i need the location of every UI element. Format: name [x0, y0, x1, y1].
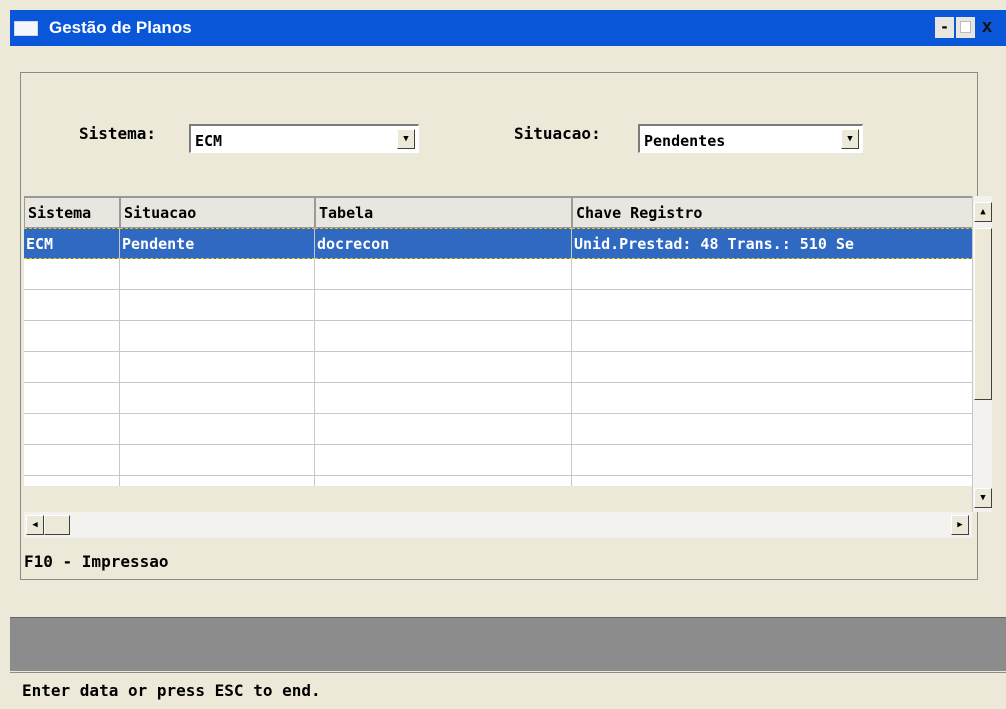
empty-cell — [572, 352, 974, 383]
window-title: Gestão de Planos — [49, 18, 192, 37]
cell-situacao: Pendente — [120, 228, 315, 259]
empty-cell — [24, 352, 120, 383]
empty-cell — [315, 445, 572, 476]
situacao-select-value: Pendentes — [644, 132, 726, 150]
chevron-down-icon[interactable]: ▼ — [841, 129, 859, 149]
table-row-empty[interactable] — [24, 290, 974, 321]
empty-cell — [315, 259, 572, 290]
empty-cell — [120, 352, 315, 383]
empty-cell — [315, 352, 572, 383]
empty-cell — [24, 414, 120, 445]
status-text: Enter data or press ESC to end. — [22, 681, 321, 700]
table-row-empty[interactable] — [24, 259, 974, 290]
minimize-button[interactable]: - — [935, 17, 954, 38]
empty-cell — [315, 383, 572, 414]
situacao-label: Situacao: — [514, 124, 601, 143]
empty-cell — [24, 259, 120, 290]
empty-cell — [24, 383, 120, 414]
empty-cell — [315, 414, 572, 445]
window-titlebar[interactable]: Gestão de Planos - x — [10, 10, 1006, 46]
table-row[interactable]: ECM Pendente docrecon Unid.Prestad: 48 T… — [24, 228, 974, 259]
column-header-chave-registro[interactable]: Chave Registro — [572, 196, 974, 228]
close-button[interactable]: x — [977, 17, 997, 38]
empty-cell — [24, 445, 120, 476]
empty-cell — [572, 290, 974, 321]
empty-cell — [572, 445, 974, 476]
table-row-empty[interactable] — [24, 414, 974, 445]
cell-sistema: ECM — [24, 228, 120, 259]
maximize-button[interactable] — [956, 17, 975, 38]
table-row-empty[interactable] — [24, 383, 974, 414]
app-window-icon — [14, 21, 38, 36]
vertical-scroll-thumb[interactable] — [974, 228, 992, 400]
empty-cell — [572, 414, 974, 445]
maximize-icon — [960, 21, 971, 33]
empty-cell — [315, 321, 572, 352]
cell-tabela: docrecon — [315, 228, 572, 259]
column-header-situacao[interactable]: Situacao — [120, 196, 315, 228]
sistema-select[interactable]: ECM ▼ — [189, 124, 419, 153]
empty-cell — [24, 321, 120, 352]
cell-chave-registro: Unid.Prestad: 48 Trans.: 510 Se — [572, 228, 974, 259]
empty-cell — [120, 383, 315, 414]
empty-cell — [572, 321, 974, 352]
sistema-select-value: ECM — [195, 132, 223, 150]
empty-cell — [315, 290, 572, 321]
situacao-select[interactable]: Pendentes ▼ — [638, 124, 863, 153]
table-row-empty[interactable] — [24, 321, 974, 352]
table-row-empty[interactable] — [24, 476, 974, 486]
empty-cell — [315, 476, 572, 486]
empty-cell — [120, 321, 315, 352]
empty-cell — [572, 259, 974, 290]
scroll-left-icon[interactable]: ◀ — [26, 515, 44, 535]
empty-cell — [120, 445, 315, 476]
empty-cell — [120, 476, 315, 486]
empty-cell — [24, 476, 120, 486]
records-table[interactable]: Sistema Situacao Tabela Chave Registro E… — [24, 196, 974, 486]
horizontal-scroll-thumb[interactable] — [44, 515, 70, 535]
column-header-sistema[interactable]: Sistema — [24, 196, 120, 228]
vertical-scrollbar[interactable]: ▲ ▼ — [972, 196, 992, 512]
message-area — [10, 617, 1006, 671]
table-row-empty[interactable] — [24, 445, 974, 476]
column-header-tabela[interactable]: Tabela — [315, 196, 572, 228]
empty-cell — [572, 383, 974, 414]
empty-cell — [120, 259, 315, 290]
horizontal-scrollbar[interactable]: ◀ ▶ — [24, 512, 972, 538]
shortcut-hint: F10 - Impressao — [24, 552, 169, 571]
chevron-down-icon[interactable]: ▼ — [397, 129, 415, 149]
empty-cell — [572, 476, 974, 486]
empty-cell — [24, 290, 120, 321]
scroll-down-icon[interactable]: ▼ — [974, 488, 992, 508]
scroll-right-icon[interactable]: ▶ — [951, 515, 969, 535]
table-row-empty[interactable] — [24, 352, 974, 383]
sistema-label: Sistema: — [79, 124, 157, 143]
status-bar: Enter data or press ESC to end. — [10, 672, 1006, 709]
empty-cell — [120, 414, 315, 445]
scroll-up-icon[interactable]: ▲ — [974, 202, 992, 222]
empty-cell — [120, 290, 315, 321]
